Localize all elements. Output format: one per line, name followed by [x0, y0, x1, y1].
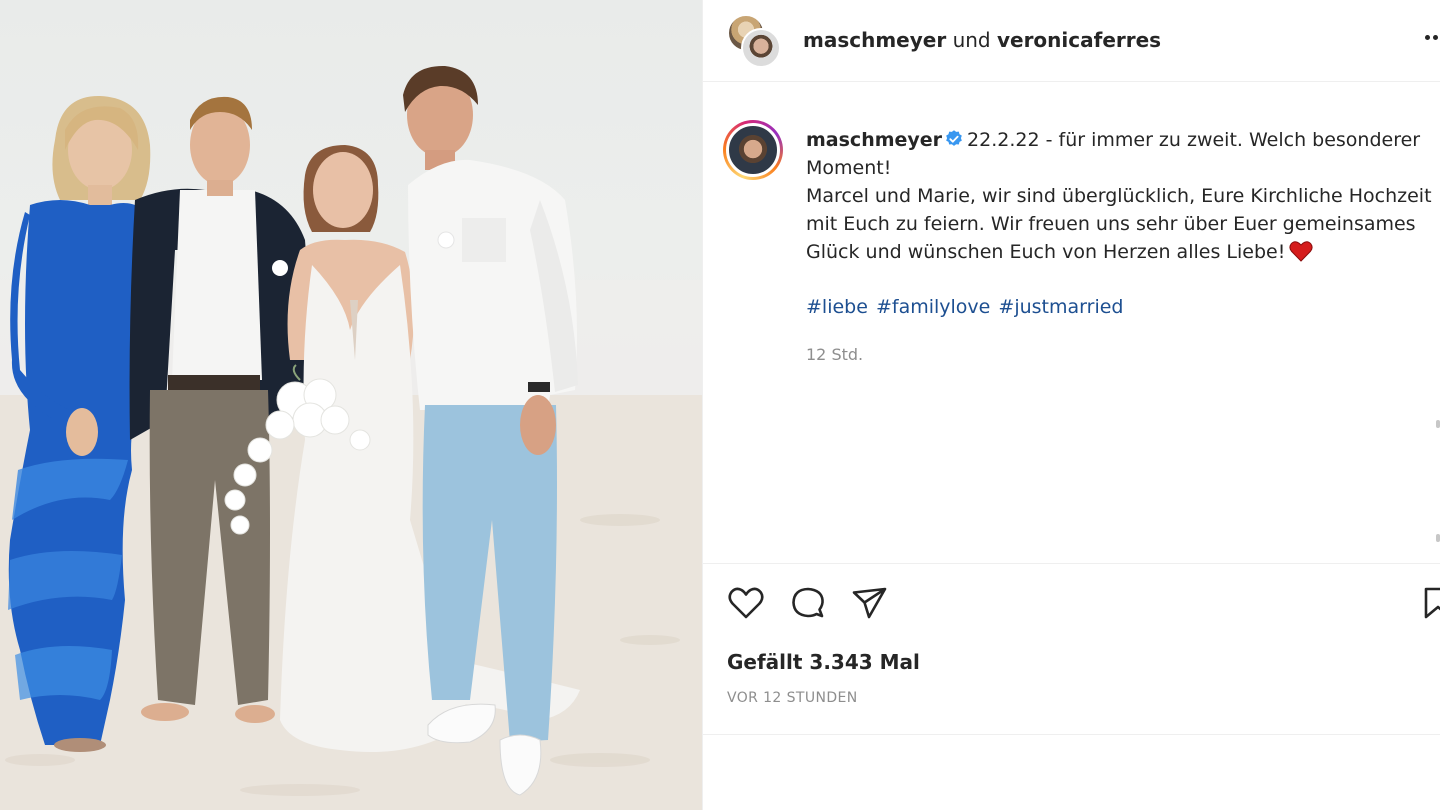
scroll-dot — [1436, 534, 1440, 542]
caption-text-line-2: Moment! — [806, 157, 892, 179]
heart-icon[interactable] — [726, 583, 766, 623]
post-header: maschmeyer und veronicaferres — [703, 0, 1440, 82]
collab-avatars[interactable] — [727, 14, 783, 68]
caption-text-line-5: Glück und wünschen Euch von Herzen alles… — [806, 241, 1286, 263]
header-connector: und — [952, 28, 991, 52]
hashtag-list: #liebe #familylove #justmarried — [806, 293, 1125, 321]
likes-count[interactable]: Gefällt 3.343 Mal — [727, 649, 920, 675]
caption-avatar[interactable] — [723, 120, 783, 180]
header-username-2[interactable]: veronicaferres — [997, 28, 1161, 52]
header-usernames: maschmeyer und veronicaferres — [803, 27, 1161, 53]
caption-line-1: maschmeyer 22.2.22 - für immer zu zweit. … — [806, 126, 1440, 154]
caption-line-5: Glück und wünschen Euch von Herzen alles… — [806, 238, 1440, 266]
verified-badge-icon — [946, 130, 962, 146]
actions-divider — [703, 563, 1440, 564]
post-caption: maschmeyer 22.2.22 - für immer zu zweit. … — [806, 126, 1440, 266]
red-heart-emoji — [1289, 241, 1313, 262]
comment-icon[interactable] — [788, 583, 828, 623]
caption-timestamp: 12 Std. — [806, 345, 864, 364]
panel-divider — [702, 0, 703, 810]
hashtag-familylove[interactable]: #familylove — [876, 296, 990, 318]
caption-text-line-4: mit Euch zu feiern. Wir freuen uns sehr … — [806, 213, 1416, 235]
scroll-dot — [1436, 420, 1440, 428]
comment-divider — [703, 734, 1440, 735]
hashtag-justmarried[interactable]: #justmarried — [998, 296, 1123, 318]
bookmark-icon[interactable] — [1420, 583, 1440, 623]
caption-text-line-1: 22.2.22 - für immer zu zweit. Welch beso… — [967, 129, 1421, 151]
hashtag-liebe[interactable]: #liebe — [806, 296, 868, 318]
avatar-maschmeyer[interactable] — [741, 28, 781, 68]
caption-username[interactable]: maschmeyer — [806, 129, 942, 151]
post-date[interactable]: VOR 12 STUNDEN — [727, 688, 858, 708]
share-icon[interactable] — [850, 583, 890, 623]
caption-text-line-3: Marcel und Marie, wir sind überglücklich… — [806, 185, 1432, 207]
header-username-1[interactable]: maschmeyer — [803, 28, 946, 52]
post-photo[interactable] — [0, 0, 702, 810]
more-horizontal-icon[interactable] — [1425, 35, 1440, 40]
wedding-photo-illustration — [0, 65, 702, 810]
